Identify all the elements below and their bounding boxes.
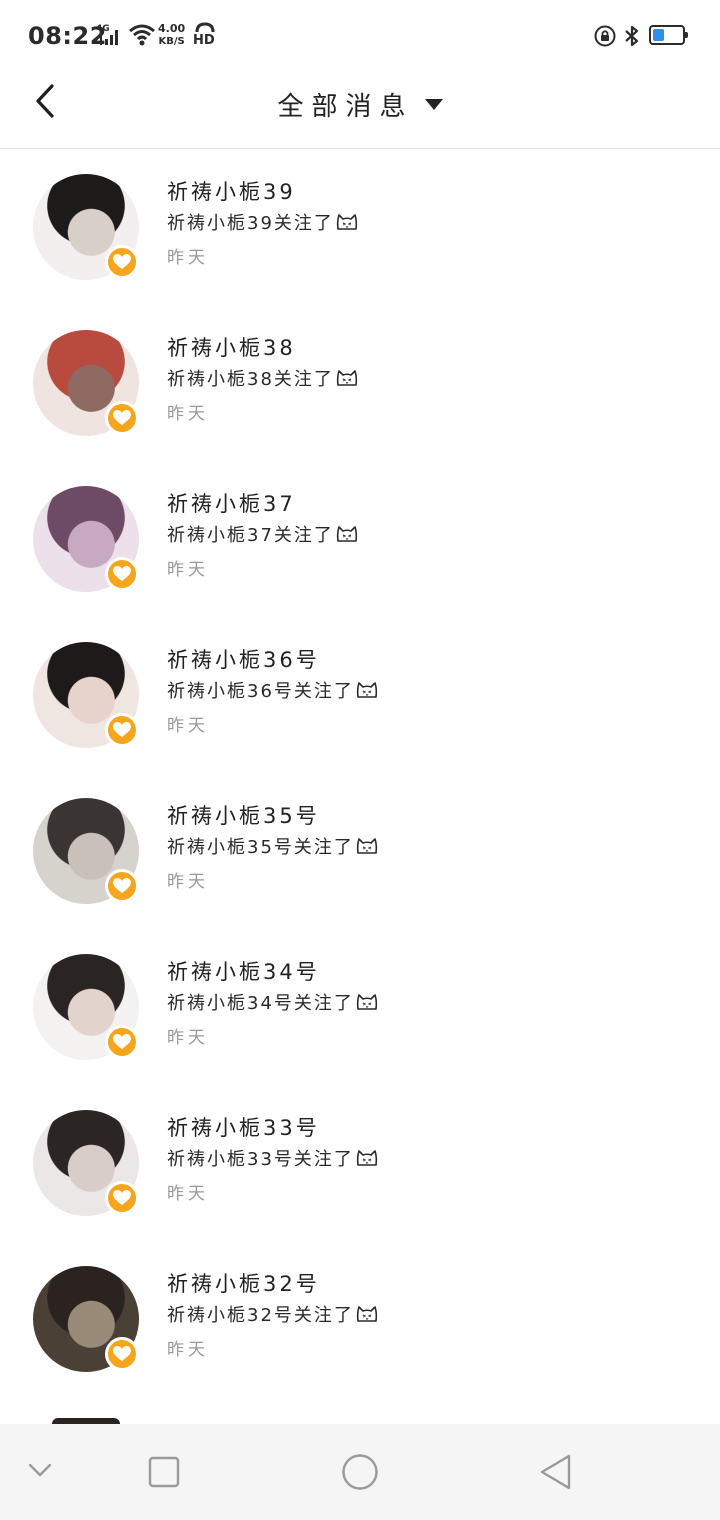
heart-icon (113, 878, 131, 893)
list-item[interactable]: 祈祷小栀36号 祈祷小栀36号关注了 昨天 (0, 617, 720, 773)
follow-badge (105, 869, 139, 903)
message-text: 祈祷小栀38关注了 (167, 369, 334, 390)
message-text: 祈祷小栀33号关注了 (167, 1149, 354, 1170)
caret-down-icon (424, 99, 443, 110)
rotation-lock-icon (594, 25, 616, 47)
hd-label: HD (193, 33, 215, 48)
battery-icon (649, 25, 688, 45)
follow-badge (105, 1025, 139, 1059)
message-text: 祈祷小栀36号关注了 (167, 681, 354, 702)
heart-icon (113, 254, 131, 269)
message-text: 祈祷小栀34号关注了 (167, 993, 354, 1014)
status-bar: 08:22 4G 4.00 KB/S HD (0, 0, 720, 72)
notification-message: 祈祷小栀36号关注了 (167, 677, 378, 703)
cat-emoji-icon (356, 682, 378, 698)
follow-badge (105, 557, 139, 591)
timestamp: 昨天 (167, 560, 209, 580)
follow-badge (105, 713, 139, 747)
message-filter-dropdown[interactable]: 全部消息 (0, 86, 720, 123)
cat-emoji-icon (336, 370, 358, 386)
list-item[interactable]: 祈祷小栀38 祈祷小栀38关注了 昨天 (0, 305, 720, 461)
sender-name: 祈祷小栀34号 (167, 960, 320, 984)
list-item[interactable]: 祈祷小栀35号 祈祷小栀35号关注了 昨天 (0, 773, 720, 929)
speed-unit: KB/S (158, 36, 185, 47)
follow-badge (105, 1337, 139, 1371)
sender-name: 祈祷小栀38 (167, 336, 296, 360)
back-nav-button[interactable] (538, 1454, 574, 1494)
heart-icon (113, 1034, 131, 1049)
message-text: 祈祷小栀35号关注了 (167, 837, 354, 858)
battery-level (653, 29, 665, 41)
follow-badge (105, 1181, 139, 1215)
network-type-label: 4G (96, 24, 110, 34)
sender-name: 祈祷小栀32号 (167, 1272, 320, 1296)
sender-name: 祈祷小栀37 (167, 492, 296, 516)
cat-emoji-icon (356, 994, 378, 1010)
chevron-down-icon (28, 1463, 52, 1477)
timestamp: 昨天 (167, 1028, 209, 1048)
cat-emoji-icon (356, 1150, 378, 1166)
notification-message: 祈祷小栀33号关注了 (167, 1145, 378, 1171)
heart-icon (113, 1190, 131, 1205)
notification-message: 祈祷小栀32号关注了 (167, 1301, 378, 1327)
list-item[interactable]: 祈祷小栀32号 祈祷小栀32号关注了 昨天 (0, 1241, 720, 1397)
heart-icon (113, 410, 131, 425)
notification-message: 祈祷小栀35号关注了 (167, 833, 378, 859)
timestamp: 昨天 (167, 404, 209, 424)
cat-emoji-icon (336, 214, 358, 230)
notification-message: 祈祷小栀37关注了 (167, 521, 358, 547)
list-item[interactable]: 祈祷小栀39 祈祷小栀39关注了 昨天 (0, 149, 720, 305)
sender-name: 祈祷小栀39 (167, 180, 296, 204)
notification-message: 祈祷小栀34号关注了 (167, 989, 378, 1015)
triangle-back-icon (540, 1454, 571, 1490)
sender-name: 祈祷小栀35号 (167, 804, 320, 828)
page-title: 全部消息 (277, 92, 414, 122)
bluetooth-icon (623, 24, 641, 48)
cat-emoji-icon (356, 838, 378, 854)
timestamp: 昨天 (167, 872, 209, 892)
network-speed: 4.00 KB/S (158, 22, 185, 48)
notification-list: 祈祷小栀39 祈祷小栀39关注了 昨天 祈祷小栀38 祈祷小栀38关注了 昨天 … (0, 149, 720, 1397)
speed-value: 4.00 (158, 22, 186, 35)
cat-emoji-icon (336, 526, 358, 542)
message-text: 祈祷小栀37关注了 (167, 525, 334, 546)
square-icon (148, 1456, 180, 1488)
timestamp: 昨天 (167, 1340, 209, 1360)
heart-icon (113, 722, 131, 737)
heart-icon (113, 1346, 131, 1361)
recents-button[interactable] (148, 1456, 180, 1492)
cellular-signal-icon: 4G (96, 24, 122, 48)
heart-icon (113, 566, 131, 581)
timestamp: 昨天 (167, 248, 209, 268)
system-nav-bar (0, 1424, 720, 1520)
list-item[interactable]: 祈祷小栀34号 祈祷小栀34号关注了 昨天 (0, 929, 720, 1085)
timestamp: 昨天 (167, 1184, 209, 1204)
hd-voice-icon: HD (193, 22, 217, 48)
list-item[interactable]: 祈祷小栀33号 祈祷小栀33号关注了 昨天 (0, 1085, 720, 1241)
cat-emoji-icon (356, 1306, 378, 1322)
message-text: 祈祷小栀32号关注了 (167, 1305, 354, 1326)
list-item[interactable]: 祈祷小栀37 祈祷小栀37关注了 昨天 (0, 461, 720, 617)
top-app-bar: 全部消息 (0, 72, 720, 149)
home-button[interactable] (341, 1453, 379, 1495)
message-text: 祈祷小栀39关注了 (167, 213, 334, 234)
hide-nav-button[interactable] (26, 1460, 54, 1484)
wifi-icon (128, 24, 156, 46)
timestamp: 昨天 (167, 716, 209, 736)
sender-name: 祈祷小栀33号 (167, 1116, 320, 1140)
circle-icon (342, 1454, 378, 1490)
follow-badge (105, 401, 139, 435)
notification-message: 祈祷小栀38关注了 (167, 365, 358, 391)
sender-name: 祈祷小栀36号 (167, 648, 320, 672)
notification-message: 祈祷小栀39关注了 (167, 209, 358, 235)
follow-badge (105, 245, 139, 279)
